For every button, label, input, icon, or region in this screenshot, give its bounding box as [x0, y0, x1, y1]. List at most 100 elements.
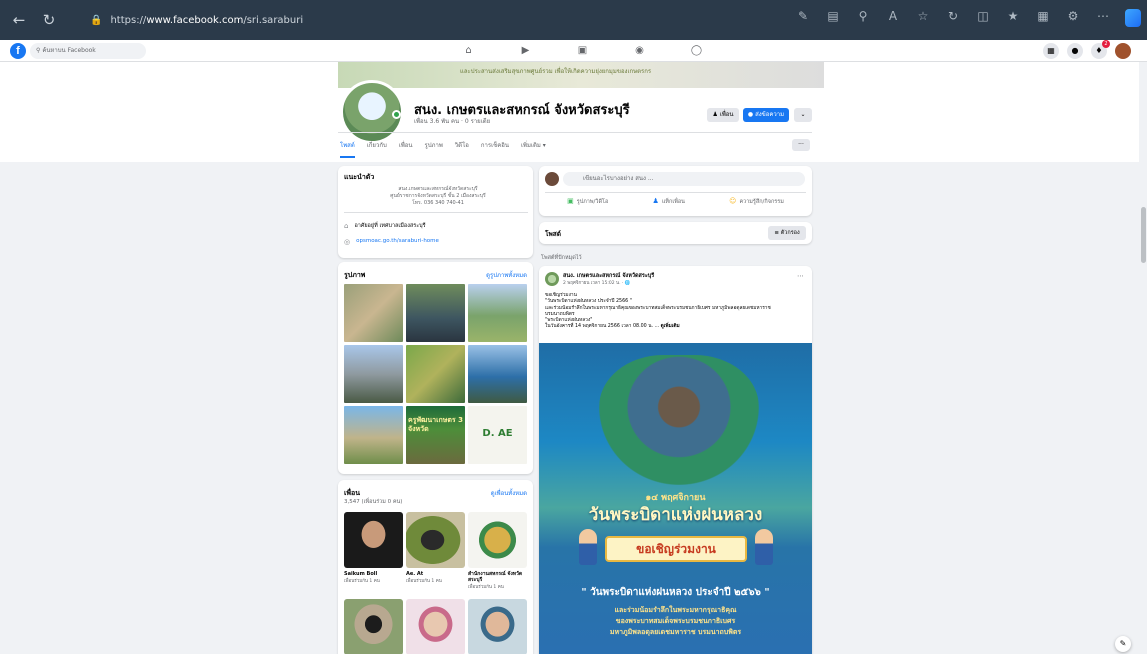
extensions-icon[interactable]: ⚙ [1065, 9, 1081, 27]
post-composer: เขียนอะไรบางอย่าง สนง ... ▣ รูปภาพ/วิดีโอ… [539, 166, 812, 216]
home-icon[interactable]: ⌂ [440, 42, 497, 60]
intro-location-text[interactable]: อาศัยอยู่ที่ เทศบาลเมืองสระบุรี [354, 222, 425, 230]
back-arrow-icon[interactable]: ← [8, 9, 30, 31]
home-location-icon: ⌂ [344, 222, 349, 230]
video-icon[interactable]: ▶ [497, 42, 554, 60]
friend-item[interactable]: สำนักงานสหกรณ์ จังหวัดสระบุรี เพื่อนร่วม… [468, 512, 527, 596]
groups-icon[interactable]: ◉ [611, 42, 668, 60]
favorite-star-icon[interactable]: ☆ [915, 9, 931, 27]
friend-name[interactable]: สำนักงานสหกรณ์ จังหวัดสระบุรี [468, 571, 527, 583]
see-all-friends-link[interactable]: ดูเพื่อนทั้งหมด [491, 488, 527, 498]
avatar[interactable] [1115, 43, 1131, 59]
friend-item[interactable]: Saikum Boll เพื่อนร่วมกัน 1 คน [344, 512, 403, 596]
messenger-icon[interactable]: ● [1067, 43, 1083, 59]
photo-tile[interactable] [344, 284, 403, 342]
avatar[interactable] [545, 172, 559, 186]
new-message-icon[interactable]: ✎ [1115, 636, 1131, 652]
read-aloud-icon[interactable]: ✎ [795, 9, 811, 27]
friend-item[interactable] [468, 599, 527, 654]
friend-grid: Saikum Boll เพื่อนร่วมกัน 1 คน Ae. At เพ… [344, 512, 528, 654]
page-scrollbar[interactable] [1139, 62, 1147, 654]
facebook-logo-icon[interactable]: f [10, 43, 26, 59]
gaming-icon[interactable]: ◯ [668, 42, 725, 60]
composer-input[interactable]: เขียนอะไรบางอย่าง สนง ... [563, 172, 805, 186]
photos-title: รูปภาพ [344, 271, 366, 279]
poster-child-figure [579, 529, 597, 565]
photos-card: รูปภาพ ดูรูปภาพทั้งหมด ครูพัฒนาเกษตร 3 จ… [338, 262, 533, 474]
photo-tile[interactable]: D. AE [468, 406, 527, 464]
photo-tile[interactable] [406, 284, 465, 342]
zoom-icon[interactable]: ⚲ [855, 9, 871, 27]
text-size-icon[interactable]: A [885, 9, 901, 27]
refresh-page-icon[interactable]: ↻ [945, 9, 961, 27]
photo-video-button[interactable]: ▣ รูปภาพ/วิดีโอ [567, 197, 608, 206]
photo-tile[interactable] [344, 345, 403, 403]
copilot-icon[interactable] [1125, 9, 1141, 27]
split-screen-icon[interactable]: ◫ [975, 9, 991, 27]
tab-about[interactable]: เกี่ยวกับ [367, 140, 387, 158]
feeling-button[interactable]: ☺ ความรู้สึก/กิจกรรม [729, 197, 784, 206]
friend-mutual: เพื่อนร่วมกัน 1 คน [406, 579, 442, 584]
refresh-icon[interactable]: ↻ [38, 9, 60, 31]
feeling-label: ความรู้สึก/กิจกรรม [739, 199, 784, 205]
friends-card: เพื่อน ดูเพื่อนทั้งหมด 3,547 (เพื่อนร่วม… [338, 480, 533, 654]
friend-photo[interactable] [344, 599, 403, 654]
website-link[interactable]: opsmoac.go.th/saraburi-home [356, 238, 439, 246]
post-options-icon[interactable]: ⋯ [797, 272, 804, 280]
message-button[interactable]: ● ส่งข้อความ [743, 108, 789, 122]
post-author-avatar[interactable] [545, 272, 559, 286]
address-bar[interactable]: 🔒 https://www.facebook.com/sri.saraburi [90, 8, 650, 32]
friends-button[interactable]: ♟ เพื่อน [707, 108, 739, 122]
friend-photo[interactable] [468, 599, 527, 654]
search-input[interactable]: ⚲ ค้นหาบน Facebook [30, 43, 146, 59]
friend-item[interactable] [406, 599, 465, 654]
photo-tile[interactable] [406, 345, 465, 403]
friend-photo[interactable] [468, 512, 527, 568]
friend-photo[interactable] [406, 599, 465, 654]
tab-posts[interactable]: โพสต์ [340, 140, 355, 158]
bio-line: สนง.เกษตรและสหกรณ์จังหวัดสระบุรี [398, 186, 478, 192]
friend-mutual: เพื่อนร่วมกัน 1 คน [468, 585, 504, 590]
filter-label: ตัวกรอง [780, 230, 800, 236]
friend-photo[interactable] [344, 512, 403, 568]
tab-more[interactable]: เพิ่มเติม ▾ [521, 140, 546, 158]
photo-tile[interactable] [468, 345, 527, 403]
tab-friends[interactable]: เพื่อน [399, 140, 413, 158]
intro-card: แนะนำตัว สนง.เกษตรและสหกรณ์จังหวัดสระบุร… [338, 166, 533, 258]
tab-photos[interactable]: รูปภาพ [424, 140, 442, 158]
photo-tile[interactable] [468, 284, 527, 342]
poster-event-name: " วันพระบิดาแห่งฝนหลวง ประจำปี ๒๕๖๖ " [581, 587, 770, 598]
friend-photo[interactable] [406, 512, 465, 568]
photo-grid: ครูพัฒนาเกษตร 3 จังหวัด D. AE [344, 284, 528, 464]
photo-tile[interactable]: ครูพัฒนาเกษตร 3 จังหวัด [406, 406, 465, 464]
collections-icon[interactable]: ▦ [1035, 9, 1051, 27]
tab-checkins[interactable]: การเช็คอิน [481, 140, 509, 158]
tab-videos[interactable]: วิดีโอ [455, 140, 469, 158]
notifications-icon[interactable]: ♦ 2 [1091, 40, 1110, 59]
post-text-line: และร่วมน้อมรำลึกในพระมหากรุณาธิคุณของพระ… [545, 305, 771, 311]
poster-title: วันพระบิดาแห่งฝนหลวง [588, 505, 763, 525]
page-meta[interactable]: เพื่อน 3.6 พัน คน · 0 รายเดีย [414, 116, 490, 126]
immersive-reader-icon[interactable]: ▤ [825, 9, 841, 27]
more-icon[interactable]: ⋯ [1095, 9, 1111, 27]
favorites-icon[interactable]: ★ [1005, 9, 1021, 27]
filter-button[interactable]: ≡ ตัวกรอง [768, 226, 806, 240]
see-more-link[interactable]: ดูเพิ่มเติม [661, 324, 680, 329]
marketplace-icon[interactable]: ▣ [554, 42, 611, 60]
posts-title: โพสต์ [545, 230, 561, 238]
tag-friends-button[interactable]: ♟ แท็กเพื่อน [653, 197, 685, 206]
tabs-more-button[interactable]: ··· [792, 139, 810, 151]
post-image[interactable]: ๑๔ พฤศจิกายน วันพระบิดาแห่งฝนหลวง ขอเชิญ… [539, 343, 812, 654]
more-options-button[interactable]: ⌄ [794, 108, 812, 122]
post-timestamp[interactable]: 2 พฤศจิกายน เวลา 15:02 น. · 🌐 [563, 279, 630, 286]
browser-toolbar: ← ↻ 🔒 https://www.facebook.com/sri.sarab… [0, 0, 1147, 40]
friend-item[interactable] [344, 599, 403, 654]
photo-tile[interactable] [344, 406, 403, 464]
menu-grid-icon[interactable]: ▦ [1043, 43, 1059, 59]
scrollbar-thumb[interactable] [1141, 207, 1146, 263]
messenger-icon: ● [747, 111, 756, 118]
poster-subtext: และร่วมน้อมรำลึกในพระมหากรุณาธิคุณ [614, 606, 737, 614]
lock-icon[interactable]: 🔒 [90, 15, 102, 26]
see-all-photos-link[interactable]: ดูรูปภาพทั้งหมด [486, 270, 527, 280]
friend-item[interactable]: Ae. At เพื่อนร่วมกัน 1 คน [406, 512, 465, 596]
